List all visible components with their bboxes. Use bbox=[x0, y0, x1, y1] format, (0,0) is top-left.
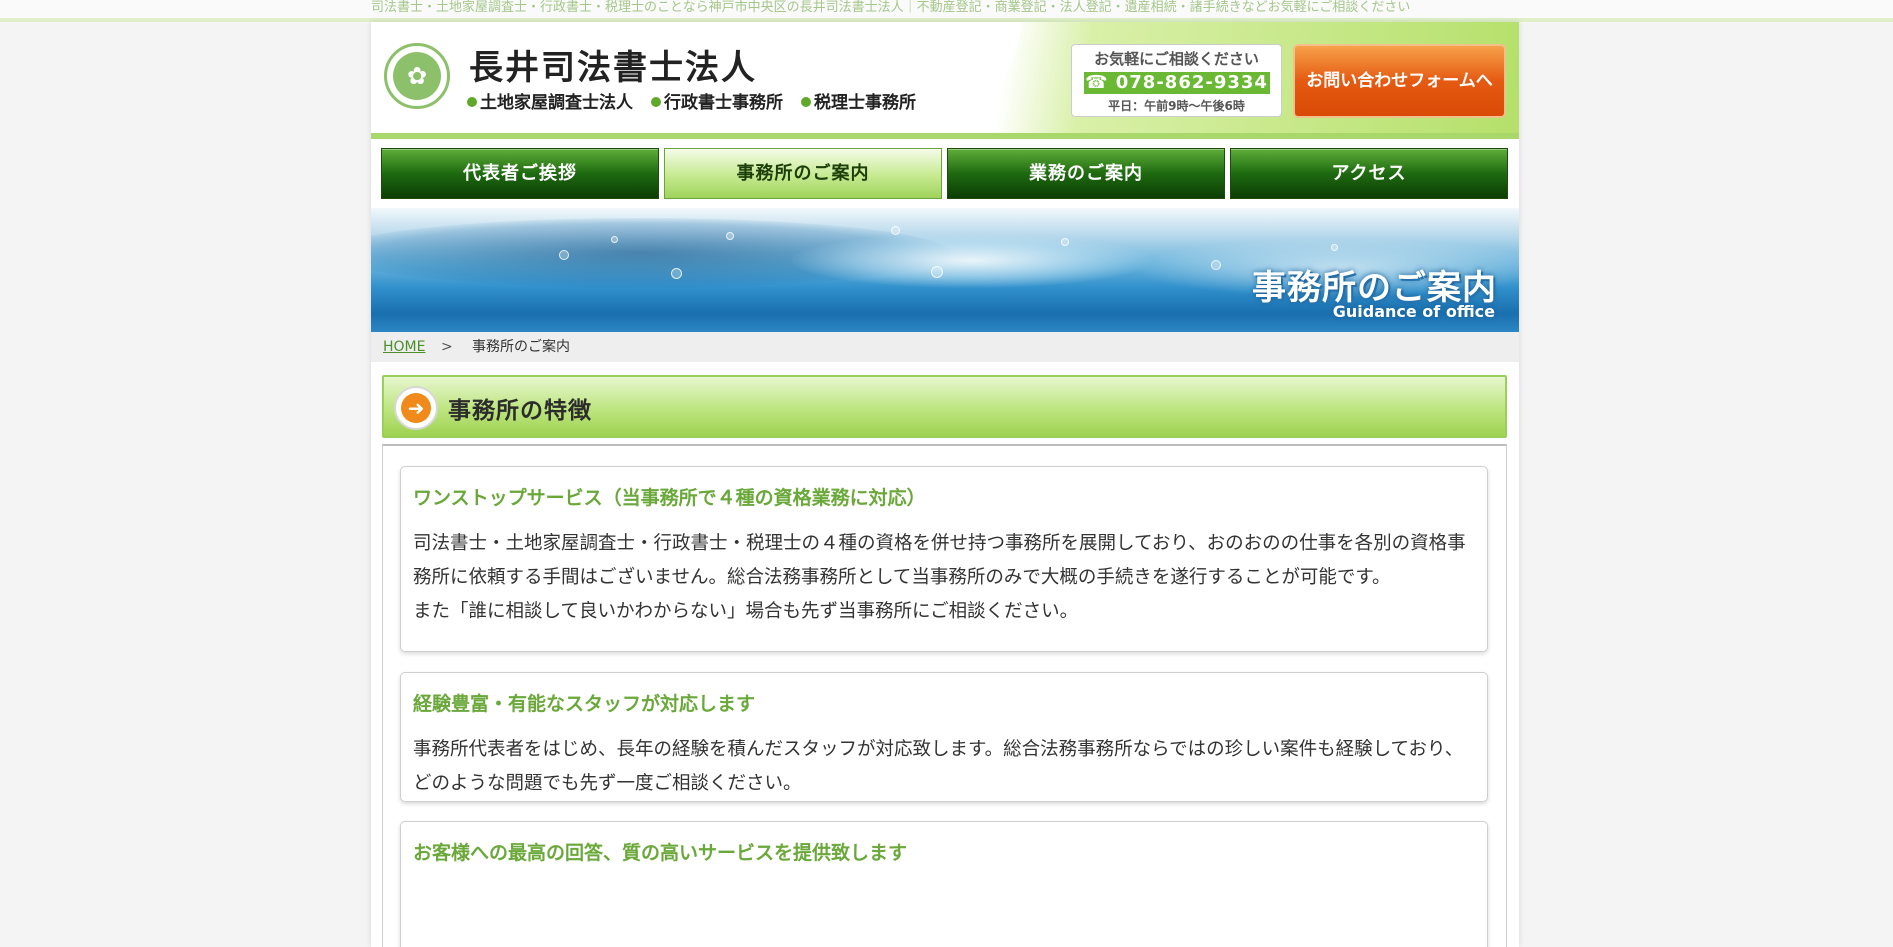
banner-water-splash bbox=[791, 233, 1151, 288]
contact-form-button[interactable]: お問い合わせフォームへ bbox=[1293, 44, 1506, 118]
phone-number[interactable]: ☎ 078-862-9334 bbox=[1083, 72, 1270, 94]
paulownia-crest-icon: ✿ bbox=[393, 52, 441, 100]
office-item: 土地家屋調査士法人 bbox=[467, 88, 633, 113]
feature-card: 経験豊富・有能なスタッフが対応します 事務所代表者をはじめ、長年の経験を積んだス… bbox=[400, 672, 1488, 802]
breadcrumb-home-link[interactable]: HOME bbox=[383, 332, 425, 362]
nav-item-access[interactable]: アクセス bbox=[1230, 148, 1508, 199]
nav-item-services[interactable]: 業務のご案内 bbox=[947, 148, 1225, 199]
bubble-icon bbox=[671, 268, 682, 279]
phone-label: お気軽にご相談ください bbox=[1094, 50, 1259, 68]
feature-card-title: ワンストップサービス（当事務所で４種の資格業務に対応） bbox=[413, 487, 926, 509]
breadcrumb-separator: > bbox=[441, 339, 453, 355]
site-tagline: 司法書士・土地家屋調査士・行政書士・税理士のことなら神戸市中央区の長井司法書士法… bbox=[371, 0, 1411, 15]
bubble-icon bbox=[1211, 260, 1221, 270]
nav-item-office[interactable]: 事務所のご案内 bbox=[664, 148, 942, 199]
office-list: 土地家屋調査士法人 行政書士事務所 税理士事務所 bbox=[467, 88, 916, 113]
feature-card-text: 事務所代表者をはじめ、長年の経験を積んだスタッフが対応致します。総合法務事務所な… bbox=[413, 739, 1464, 794]
feature-card: ワンストップサービス（当事務所で４種の資格業務に対応） 司法書士・土地家屋調査士… bbox=[400, 466, 1488, 652]
page-banner: 事務所のご案内 Guidance of office bbox=[371, 208, 1519, 332]
global-nav: 代表者ご挨拶 事務所のご案内 業務のご案内 アクセス bbox=[381, 148, 1508, 199]
bubble-icon bbox=[931, 266, 943, 278]
feature-card-body: 事務所代表者をはじめ、長年の経験を積んだスタッフが対応致します。総合法務事務所な… bbox=[413, 733, 1479, 801]
office-item: 税理士事務所 bbox=[801, 88, 916, 113]
top-tagline-bar: 司法書士・土地家屋調査士・行政書士・税理士のことなら神戸市中央区の長井司法書士法… bbox=[0, 0, 1893, 22]
nav-item-greeting[interactable]: 代表者ご挨拶 bbox=[381, 148, 659, 199]
feature-card: お客様への最高の回答、質の高いサービスを提供致します bbox=[400, 821, 1488, 947]
feature-card-title: 経験豊富・有能なスタッフが対応します bbox=[413, 693, 756, 715]
content-frame: ワンストップサービス（当事務所で４種の資格業務に対応） 司法書士・土地家屋調査士… bbox=[382, 444, 1507, 947]
business-hours: 平日：午前9時〜午後6時 bbox=[1108, 99, 1245, 113]
site-header: ✿ 長井司法書士法人 土地家屋調査士法人 行政書士事務所 税理士事務所 お気軽に… bbox=[371, 22, 1519, 139]
bubble-icon bbox=[726, 232, 734, 240]
bubble-icon bbox=[1061, 238, 1069, 246]
breadcrumb-current: 事務所のご案内 bbox=[472, 339, 570, 355]
section-heading: ➜ 事務所の特徴 bbox=[382, 375, 1507, 438]
office-item: 行政書士事務所 bbox=[651, 88, 783, 113]
feature-card-title: お客様への最高の回答、質の高いサービスを提供致します bbox=[413, 842, 908, 864]
bullet-icon bbox=[467, 97, 477, 107]
arrow-circle-icon: ➜ bbox=[394, 386, 438, 430]
phone-contact-box: お気軽にご相談ください ☎ 078-862-9334 平日：午前9時〜午後6時 bbox=[1071, 44, 1282, 117]
section-title: 事務所の特徴 bbox=[448, 398, 592, 424]
site-title[interactable]: 長井司法書士法人 bbox=[469, 40, 757, 89]
bullet-icon bbox=[801, 97, 811, 107]
bullet-icon bbox=[651, 97, 661, 107]
feature-card-text: 司法書士・土地家屋調査士・行政書士・税理士の４種の資格を併せ持つ事務所を展開して… bbox=[413, 533, 1466, 588]
arrow-right-icon: ➜ bbox=[401, 393, 431, 423]
bubble-icon bbox=[611, 236, 618, 243]
feature-card-body: 司法書士・土地家屋調査士・行政書士・税理士の４種の資格を併せ持つ事務所を展開して… bbox=[413, 527, 1479, 629]
bubble-icon bbox=[559, 250, 569, 260]
breadcrumb: HOME > 事務所のご案内 bbox=[371, 332, 1519, 362]
bubble-icon bbox=[1331, 244, 1338, 251]
banner-subtitle: Guidance of office bbox=[1332, 302, 1495, 321]
feature-card-text: また「誰に相談して良いかわからない」場合も先ず当事務所にご相談ください。 bbox=[413, 601, 1079, 622]
page-container: ✿ 長井司法書士法人 土地家屋調査士法人 行政書士事務所 税理士事務所 お気軽に… bbox=[371, 22, 1519, 947]
logo-icon[interactable]: ✿ bbox=[384, 43, 450, 109]
bubble-icon bbox=[891, 226, 900, 235]
